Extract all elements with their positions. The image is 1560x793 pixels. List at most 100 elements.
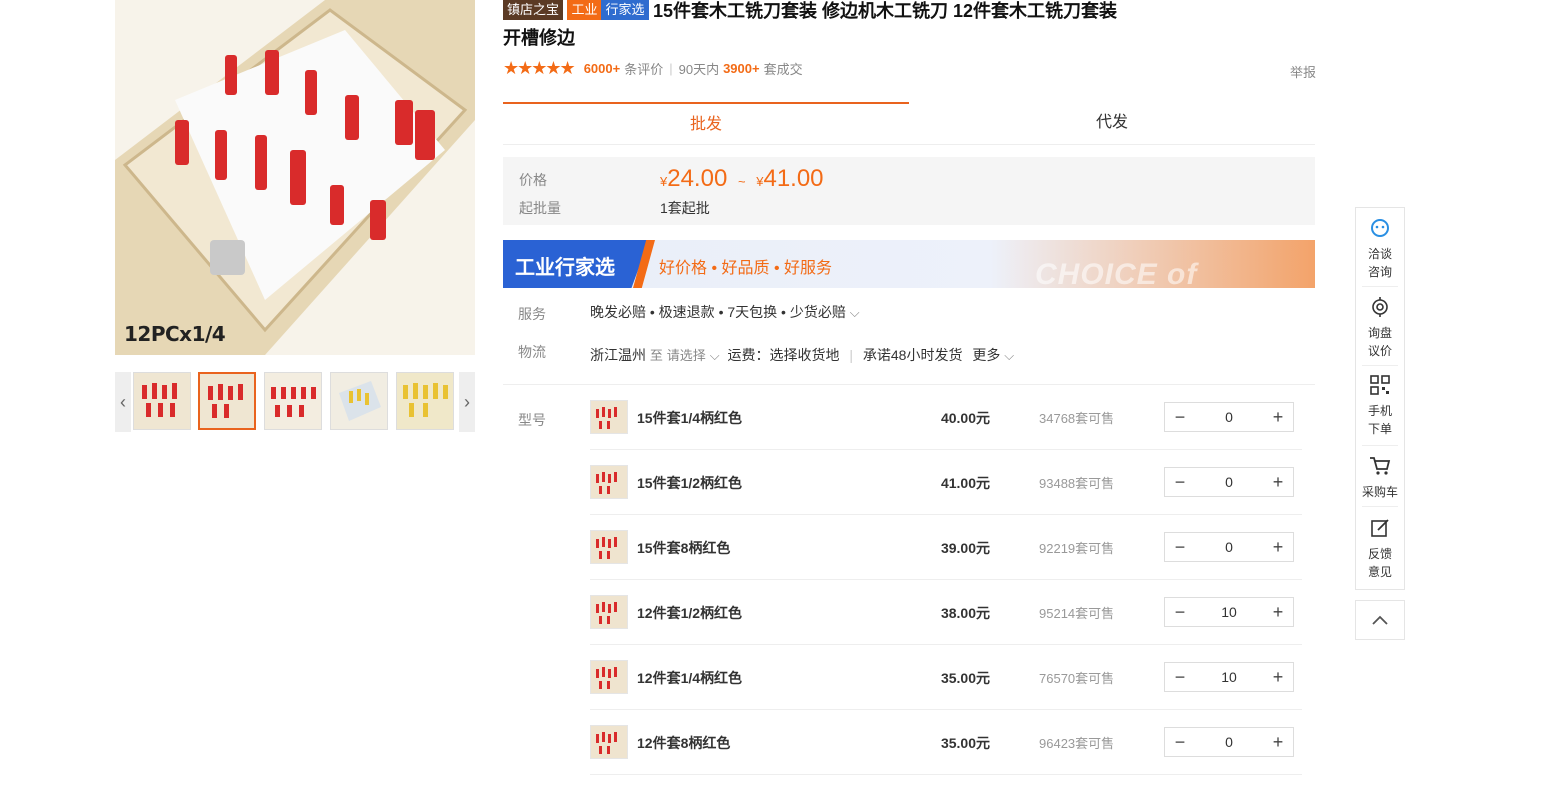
chat-consult-button[interactable]: 洽谈咨询 bbox=[1356, 218, 1404, 281]
sold-label: 套成交 bbox=[763, 62, 803, 77]
report-link[interactable]: 举报 bbox=[1290, 62, 1316, 81]
product-main-image[interactable] bbox=[115, 0, 475, 355]
decrease-button[interactable]: − bbox=[1165, 403, 1195, 431]
quantity-input[interactable]: 0 bbox=[1195, 539, 1263, 555]
logistics-value: 浙江温州 至 请选择 ⌵ 运费：选择收货地 | 承诺48小时发货 更多 ⌵ bbox=[590, 345, 1014, 365]
sku-row: 15件套1/2柄红色 41.00元 93488套可售 − 0 + bbox=[590, 451, 1302, 515]
star-rating-icon: ★★★★★ bbox=[503, 58, 576, 78]
chevron-down-icon[interactable]: ⌵ bbox=[1004, 348, 1014, 363]
rating-row: ★★★★★ 6000+ 条评价 | 90天内 3900+ 套成交 bbox=[503, 58, 803, 79]
sku-stock: 34768套可售 bbox=[1039, 411, 1115, 426]
quantity-stepper: − 10 + bbox=[1164, 662, 1294, 692]
price-range-separator: ~ bbox=[737, 174, 746, 189]
service-text: 晚发必赔 • 极速退款 • 7天包换 • 少货必赔 bbox=[590, 304, 846, 320]
inquiry-button[interactable]: 询盘议价 bbox=[1356, 297, 1404, 360]
quantity-input[interactable]: 0 bbox=[1195, 409, 1263, 425]
thumbnail-selected[interactable] bbox=[198, 372, 256, 430]
sku-price: 39.00元 bbox=[940, 540, 990, 556]
quantity-input[interactable]: 10 bbox=[1195, 669, 1263, 685]
sku-price: 41.00元 bbox=[940, 475, 990, 491]
thumbnail[interactable] bbox=[396, 372, 454, 430]
quantity-stepper: − 10 + bbox=[1164, 597, 1294, 627]
mobile-order-button[interactable]: 手机下单 bbox=[1356, 375, 1404, 438]
edit-icon bbox=[1356, 518, 1404, 543]
sold-count: 3900+ bbox=[723, 61, 760, 76]
chevron-right-icon[interactable]: › bbox=[459, 372, 475, 432]
expert-badge: 行家选 bbox=[601, 0, 649, 20]
quantity-stepper: − 0 + bbox=[1164, 467, 1294, 497]
sku-name: 12件套8柄红色 bbox=[637, 735, 731, 751]
decrease-button[interactable]: − bbox=[1165, 468, 1195, 496]
divider bbox=[1362, 365, 1398, 366]
chevron-up-icon bbox=[1371, 610, 1389, 630]
sku-thumbnail[interactable] bbox=[590, 595, 628, 629]
sku-row: 15件套8柄红色 39.00元 92219套可售 − 0 + bbox=[590, 516, 1302, 580]
increase-button[interactable]: + bbox=[1263, 598, 1293, 626]
decrease-button[interactable]: − bbox=[1165, 533, 1195, 561]
quantity-stepper: − 0 + bbox=[1164, 532, 1294, 562]
period-label: 90天内 bbox=[678, 62, 720, 77]
mobile-label: 手机下单 bbox=[1367, 404, 1392, 436]
more-link[interactable]: 更多 bbox=[972, 347, 1000, 363]
section-divider bbox=[503, 384, 1315, 385]
ship-promise: 承诺48小时发货 bbox=[862, 347, 963, 363]
sku-name: 12件套1/4柄红色 bbox=[637, 670, 743, 686]
thumbnail[interactable] bbox=[330, 372, 388, 430]
floating-toolbar: 洽谈咨询 询盘议价 手机下单 采购车 反馈意见 bbox=[1355, 207, 1405, 590]
decrease-button[interactable]: − bbox=[1165, 598, 1195, 626]
sku-label: 型号 bbox=[518, 412, 546, 428]
quantity-input[interactable]: 0 bbox=[1195, 734, 1263, 750]
product-title: 15件套木工铣刀套装 修边机木工铣刀 12件套木工铣刀套装 bbox=[652, 1, 1117, 21]
thumbnail[interactable] bbox=[264, 372, 322, 430]
banner-english: CHOICE of EXPERT bbox=[1035, 258, 1198, 288]
quantity-stepper: − 0 + bbox=[1164, 727, 1294, 757]
sku-thumbnail[interactable] bbox=[590, 530, 628, 564]
sku-stock: 92219套可售 bbox=[1039, 541, 1115, 556]
feedback-label: 反馈意见 bbox=[1367, 547, 1392, 579]
decrease-button[interactable]: − bbox=[1165, 663, 1195, 691]
price-box: 价格 ¥24.00 ~ ¥41.00 起批量 1套起批 bbox=[503, 157, 1315, 225]
thumbnail[interactable] bbox=[133, 372, 191, 430]
tab-dropship[interactable]: 代发 bbox=[909, 102, 1315, 144]
chevron-down-icon[interactable]: ⌵ bbox=[710, 348, 720, 363]
logistics-label: 物流 bbox=[518, 344, 546, 360]
expert-choice-banner[interactable]: 工业行家选 好价格 • 好品质 • 好服务 CHOICE of EXPERT bbox=[503, 240, 1315, 288]
price-label: 价格 bbox=[519, 172, 547, 188]
quantity-input[interactable]: 10 bbox=[1195, 604, 1263, 620]
divider bbox=[1362, 286, 1398, 287]
sku-thumbnail[interactable] bbox=[590, 725, 628, 759]
cart-button[interactable]: 采购车 bbox=[1356, 456, 1404, 501]
product-title-row: 镇店之宝 工业 行家选 15件套木工铣刀套装 修边机木工铣刀 12件套木工铣刀套装 bbox=[503, 0, 1323, 22]
sku-thumbnail[interactable] bbox=[590, 400, 628, 434]
increase-button[interactable]: + bbox=[1263, 468, 1293, 496]
sku-price: 40.00元 bbox=[940, 410, 990, 426]
reviews-label: 条评价 bbox=[624, 62, 664, 77]
sku-price: 35.00元 bbox=[940, 735, 990, 751]
quantity-input[interactable]: 0 bbox=[1195, 474, 1263, 490]
cart-label: 采购车 bbox=[1361, 485, 1398, 499]
increase-button[interactable]: + bbox=[1263, 533, 1293, 561]
banner-brand: 工业行家选 bbox=[515, 257, 615, 279]
sku-name: 15件套8柄红色 bbox=[637, 540, 731, 556]
chevron-left-icon[interactable]: ‹ bbox=[115, 372, 131, 432]
feedback-button[interactable]: 反馈意见 bbox=[1356, 518, 1404, 581]
increase-button[interactable]: + bbox=[1263, 728, 1293, 756]
scroll-to-top-button[interactable] bbox=[1355, 600, 1405, 640]
freight-text: 运费：选择收货地 bbox=[727, 347, 840, 363]
qr-code-icon bbox=[1356, 375, 1404, 400]
increase-button[interactable]: + bbox=[1263, 663, 1293, 691]
sku-thumbnail[interactable] bbox=[590, 660, 628, 694]
sku-thumbnail[interactable] bbox=[590, 465, 628, 499]
divider: | bbox=[669, 61, 673, 76]
reviews-count[interactable]: 6000+ bbox=[584, 61, 621, 76]
increase-button[interactable]: + bbox=[1263, 403, 1293, 431]
service-value[interactable]: 晚发必赔 • 极速退款 • 7天包换 • 少货必赔 ⌵ bbox=[590, 302, 860, 322]
destination-select[interactable]: 请选择 bbox=[667, 348, 706, 363]
banner-slogan: 好价格 • 好品质 • 好服务 bbox=[659, 260, 832, 277]
tab-wholesale[interactable]: 批发 bbox=[503, 102, 909, 144]
main-image-caption: 12PCx1/4 bbox=[124, 322, 226, 346]
sku-price: 38.00元 bbox=[940, 605, 990, 621]
sku-row: 12件套1/2柄红色 38.00元 95214套可售 − 10 + bbox=[590, 581, 1302, 645]
target-icon bbox=[1356, 297, 1404, 322]
decrease-button[interactable]: − bbox=[1165, 728, 1195, 756]
